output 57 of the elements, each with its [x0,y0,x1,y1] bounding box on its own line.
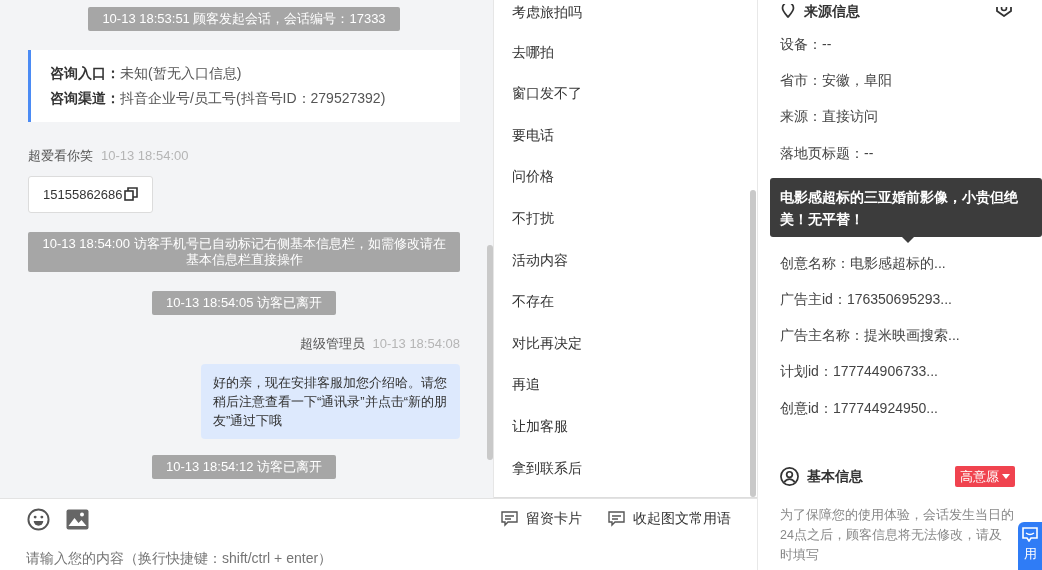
location-icon [780,4,796,18]
info-row: 广告主名称：提米映画搜索... [780,327,960,344]
sender-name: 超爱看你笑 [28,148,93,163]
quick-reply-item[interactable]: 不打扰 [512,209,554,226]
action-link[interactable]: 收起图文常用语 [633,508,731,530]
quick-reply-item[interactable]: 活动内容 [512,251,568,268]
info-row: 来源：直接访问 [780,108,878,125]
user-icon [780,466,799,486]
info-row: 广告主id：176350695293... [780,290,952,307]
quick-reply-item[interactable]: 对比再决定 [512,334,582,351]
tooltip: 电影感超标的三亚婚前影像，小贵但绝美！无平替！ [770,177,1042,237]
info-label: 咨询入口： [50,65,120,81]
info-value: 未知(暂无入口信息) [120,65,242,81]
quick-reply-item[interactable]: 窗口发不了 [512,85,582,102]
scrollbar[interactable] [750,190,756,497]
intent-tag[interactable]: 高意愿 [955,465,1015,488]
section-title: 基本信息 [807,466,863,486]
message-bubble: 好的亲，现在安排客服加您介绍哈。请您稍后注意查看一下“通讯录”并点击“新的朋友”通过下哦 [201,363,460,439]
info-row: 创意id：177744924950... [780,399,938,416]
info-row: 省市：安徽，阜阳 [780,72,892,89]
system-message: 10-13 18:54:05 访客已离开 [151,291,337,315]
quick-reply-item[interactable]: 让加客服 [512,417,568,434]
info-row: 创意名称：电影感超标的... [780,254,946,271]
system-message: 10-13 18:53:51 顾客发起会话，会话编号：17333 [88,7,400,31]
info-value: 抖音企业号/员工号(抖音号ID：279527392) [120,90,386,106]
quick-reply-item[interactable]: 再追 [512,376,540,393]
comment-icon [501,511,518,527]
shield-icon[interactable] [994,6,1014,17]
chat-icon [1022,527,1038,542]
info-label: 咨询渠道： [50,90,120,106]
float-button[interactable]: 用 [1018,522,1042,570]
emoji-icon[interactable] [27,507,50,531]
quick-reply-item[interactable]: 问价格 [512,168,554,185]
section-title: 来源信息 [804,1,860,21]
message-time: 10-13 18:54:08 [372,336,460,351]
message-time: 10-13 18:54:00 [101,148,189,163]
scrollbar[interactable] [487,245,493,460]
sender-name: 超级管理员 [299,336,365,351]
caret-icon [1002,473,1010,479]
image-icon[interactable] [66,508,89,530]
quick-reply-item[interactable]: 要电话 [512,126,554,143]
message-input[interactable]: 请输入您的内容（换行快捷键：shift/ctrl + enter） [0,539,757,570]
comment-icon [608,511,625,527]
phone-number: 15155862686 [43,185,123,204]
action-link[interactable]: 留资卡片 [526,508,582,530]
quick-reply-item[interactable]: 不存在 [512,293,554,310]
quick-reply-item[interactable]: 拿到联系后 [512,459,582,476]
system-message: 10-13 18:54:12 访客已离开 [151,454,337,479]
tooltip-arrow [902,236,914,243]
copy-icon[interactable] [123,187,138,202]
quick-reply-item[interactable]: 考虑旅拍吗 [512,4,582,20]
quick-reply-item[interactable]: 去哪拍 [512,43,554,60]
info-row: 设备：-- [780,36,832,52]
info-row: 落地页标题：-- [780,144,874,161]
info-row: 计划id：177744906733... [780,363,938,380]
system-message: 10-13 18:54:00 访客手机号已自动标记右侧基本信息栏，如需修改请在基本信息栏直接操作 [28,232,460,272]
hint-text: 为了保障您的使用体验，会话发生当日的24点之后，顾客信息将无法修改，请及时填写 [780,507,1014,565]
